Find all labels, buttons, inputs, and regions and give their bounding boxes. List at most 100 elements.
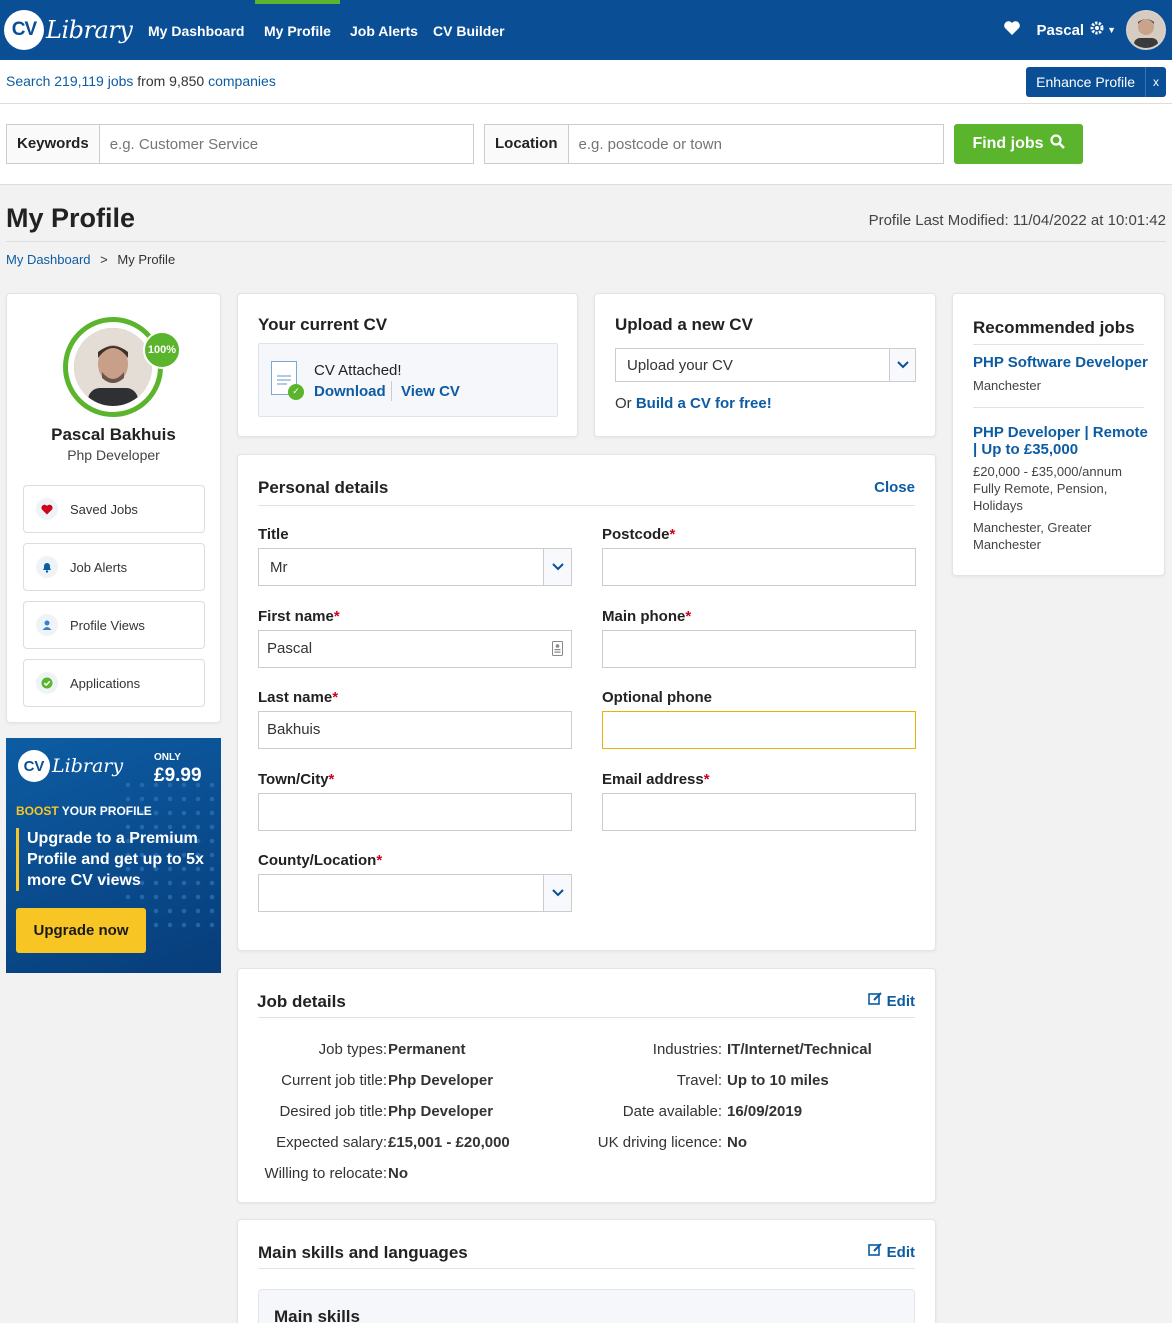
job-count-text: Search 219,119 jobs from 9,850 companies	[6, 73, 276, 89]
contact-card-icon[interactable]	[552, 641, 563, 660]
companies-link[interactable]: companies	[208, 73, 276, 89]
divider	[258, 505, 915, 506]
avatar[interactable]	[1126, 10, 1166, 50]
industries-value: IT/Internet/Technical	[727, 1041, 872, 1058]
willing-to-relocate-value: No	[388, 1165, 408, 1182]
applications-button[interactable]: Applications	[23, 659, 205, 707]
main-skills-panel: Main skills	[258, 1289, 915, 1323]
recommended-job-benefits: Fully Remote, Pension, Holidays	[973, 481, 1108, 513]
postcode-label-text: Postcode	[602, 526, 670, 543]
driving-licence-label: UK driving licence:	[597, 1134, 722, 1151]
promo-logo-wordmark: Library	[52, 755, 124, 777]
view-cv-link[interactable]: View CV	[401, 383, 460, 400]
email-input[interactable]	[602, 793, 916, 831]
postcode-input[interactable]	[602, 548, 916, 586]
user-name[interactable]: Pascal	[1037, 22, 1085, 39]
required-marker: *	[332, 689, 339, 706]
breadcrumb-my-dashboard[interactable]: My Dashboard	[6, 252, 91, 267]
or-text: Or	[615, 395, 632, 412]
upload-cv-select-value: Upload your CV	[627, 357, 733, 374]
county-select[interactable]	[258, 874, 572, 912]
job-details-card: Job details Edit Job types: Permanent Cu…	[237, 968, 936, 1203]
check-icon: ✓	[288, 384, 304, 400]
saved-jobs-label: Saved Jobs	[70, 501, 138, 517]
heart-icon	[36, 498, 58, 520]
required-marker: *	[703, 771, 710, 788]
cv-library-logo[interactable]: CV Library	[4, 8, 133, 52]
edit-icon	[868, 1243, 883, 1261]
close-personal-details-link[interactable]: Close	[874, 479, 915, 496]
upgrade-now-button[interactable]: Upgrade now	[16, 908, 146, 953]
from-text: from	[137, 73, 166, 89]
first-name-input[interactable]: Pascal	[258, 630, 572, 668]
heart-icon[interactable]	[1003, 20, 1021, 40]
companies-count: 9,850	[169, 73, 205, 89]
main-skills-heading: Main skills	[274, 1307, 360, 1323]
chevron-down-icon[interactable]: ▼	[1107, 25, 1116, 35]
profile-last-modified: Profile Last Modified: 11/04/2022 at 10:…	[868, 212, 1166, 229]
breadcrumb-separator: >	[100, 252, 108, 267]
jobs-count-link[interactable]: 219,119 jobs	[54, 73, 133, 89]
promo-only-label: ONLY	[154, 752, 181, 763]
promo-logo: CV Library	[18, 750, 123, 782]
promo-boost-rest: YOUR PROFILE	[58, 804, 152, 818]
download-cv-link[interactable]: Download	[314, 383, 386, 400]
job-types-label: Job types:	[318, 1041, 387, 1058]
recommended-job-location: Manchester, Greater Manchester	[973, 520, 1092, 552]
search-link[interactable]: Search	[6, 73, 50, 89]
main-phone-input[interactable]	[602, 630, 916, 668]
job-count-bar: Search 219,119 jobs from 9,850 companies…	[0, 60, 1172, 104]
close-icon[interactable]: x	[1146, 75, 1166, 89]
edit-label: Edit	[886, 993, 915, 1010]
job-alerts-button[interactable]: Job Alerts	[23, 543, 205, 591]
optional-phone-input[interactable]	[602, 711, 916, 749]
county-label: County/Location*	[258, 852, 382, 869]
saved-jobs-button[interactable]: Saved Jobs	[23, 485, 205, 533]
nav-my-profile[interactable]: My Profile	[255, 0, 340, 60]
edit-job-details-link[interactable]: Edit	[868, 992, 915, 1010]
promo-boost-heading: BOOST YOUR PROFILE	[16, 804, 152, 818]
upload-cv-select[interactable]: Upload your CV	[615, 348, 916, 382]
edit-label: Edit	[886, 1244, 915, 1261]
nav-job-alerts[interactable]: Job Alerts	[350, 0, 418, 60]
gear-icon[interactable]	[1090, 21, 1104, 39]
location-input[interactable]	[568, 125, 943, 163]
last-name-input[interactable]: Bakhuis	[258, 711, 572, 749]
required-marker: *	[685, 608, 692, 625]
enhance-profile-button[interactable]: Enhance Profile x	[1026, 67, 1166, 97]
date-available-label: Date available:	[622, 1103, 722, 1120]
current-cv-card: Your current CV ✓ CV Attached! Download …	[237, 293, 578, 437]
job-search-bar: Keywords Location Find jobs	[0, 104, 1172, 185]
title-select[interactable]: Mr	[258, 548, 572, 586]
location-field: Location	[484, 124, 944, 164]
enhance-profile-label[interactable]: Enhance Profile	[1026, 67, 1146, 97]
keywords-input[interactable]	[99, 125, 473, 163]
find-jobs-button[interactable]: Find jobs	[954, 124, 1083, 164]
date-available-value: 16/09/2019	[727, 1103, 803, 1120]
nav-my-dashboard[interactable]: My Dashboard	[148, 0, 244, 60]
profile-completion-badge: 100%	[143, 331, 181, 369]
nav-cv-builder[interactable]: CV Builder	[433, 0, 505, 60]
recommended-job-title[interactable]: PHP Software Developer	[973, 354, 1153, 371]
town-input[interactable]	[258, 793, 572, 831]
top-navigation: CV Library My Dashboard My Profile Job A…	[0, 0, 1172, 60]
profile-photo[interactable]	[74, 328, 152, 406]
chevron-down-icon	[543, 875, 571, 911]
edit-skills-link[interactable]: Edit	[868, 1243, 915, 1261]
breadcrumb: My Dashboard > My Profile	[6, 252, 175, 267]
email-label-text: Email address	[602, 771, 704, 788]
profile-views-button[interactable]: Profile Views	[23, 601, 205, 649]
expected-salary-value: £15,001 - £20,000	[388, 1134, 510, 1151]
divider	[973, 344, 1144, 345]
profile-role: Php Developer	[67, 447, 160, 463]
upload-cv-card: Upload a new CV Upload your CV Or Build …	[594, 293, 936, 437]
build-cv-link[interactable]: Build a CV for free!	[636, 395, 772, 412]
expected-salary-label: Expected salary:	[276, 1134, 387, 1151]
email-label: Email address*	[602, 771, 710, 788]
chevron-down-icon	[543, 549, 571, 585]
divider	[258, 1268, 915, 1269]
promo-text: Upgrade to a Premium Profile and get up …	[16, 828, 206, 891]
recommended-job-title[interactable]: PHP Developer | Remote | Up to £35,000	[973, 424, 1153, 458]
town-label-text: Town/City	[258, 771, 329, 788]
desired-job-title-label: Desired job title:	[279, 1103, 387, 1120]
